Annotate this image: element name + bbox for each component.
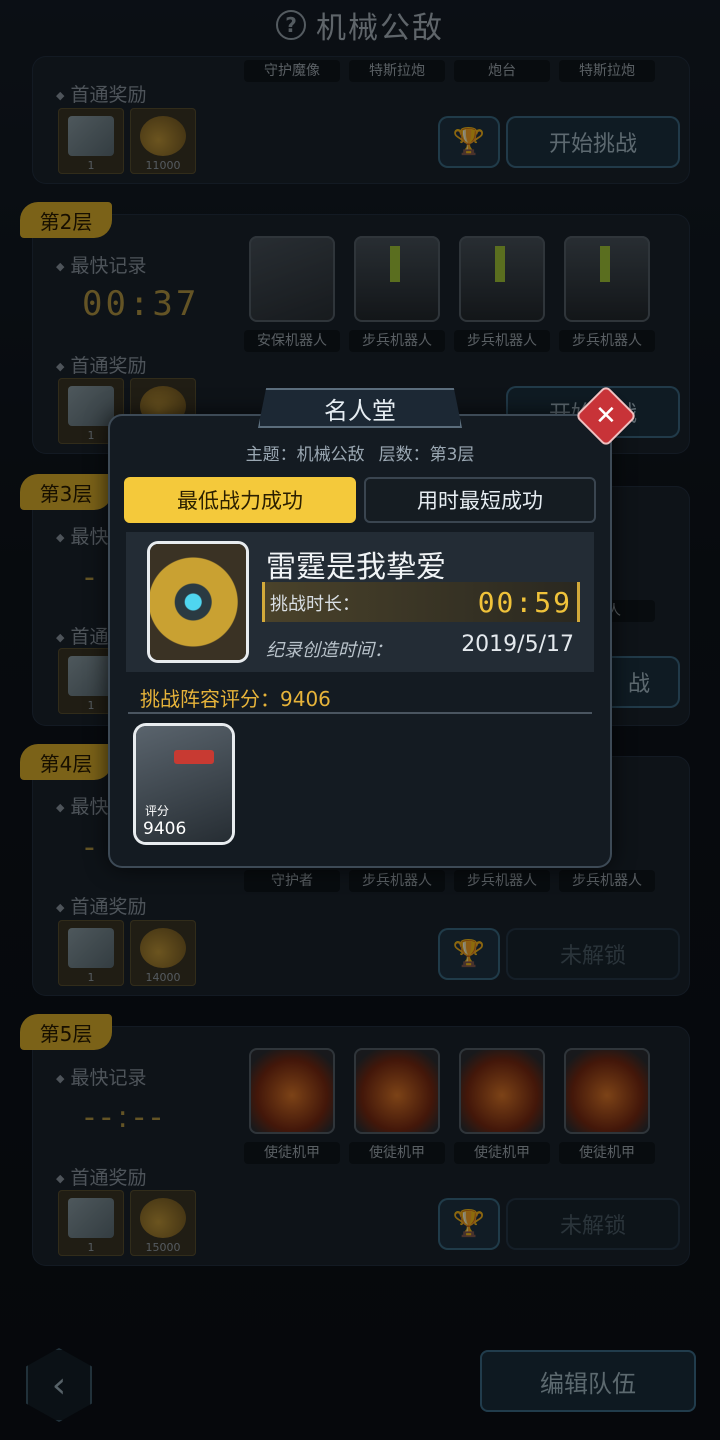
lineup-score: 挑战阵容评分：9406 (140, 687, 331, 711)
close-icon: ✕ (595, 400, 617, 431)
player-name: 雷霆是我挚爱 (266, 550, 446, 585)
duration-value: 00:59 (477, 586, 572, 619)
unit-score-label: 评分 (145, 804, 170, 818)
record-date-value: 2019/5/17 (461, 632, 574, 657)
modal-subtitle: 主题：机械公敌 层数：第3层 (110, 440, 610, 465)
tab-lowest-power[interactable]: 最低战力成功 (124, 477, 356, 523)
unit-score-value: 9406 (143, 819, 187, 839)
floor-label: 层数：第3层 (378, 445, 475, 465)
duration-label: 挑战时长： (270, 594, 360, 615)
unit-visor (174, 750, 214, 764)
divider (128, 712, 592, 714)
player-avatar[interactable] (150, 544, 246, 660)
theme-label: 主题：机械公敌 (245, 445, 365, 465)
record-date-label: 纪录创造时间： (266, 640, 392, 661)
tab-fastest-time[interactable]: 用时最短成功 (364, 477, 596, 523)
modal-title: 名人堂 (258, 388, 462, 428)
